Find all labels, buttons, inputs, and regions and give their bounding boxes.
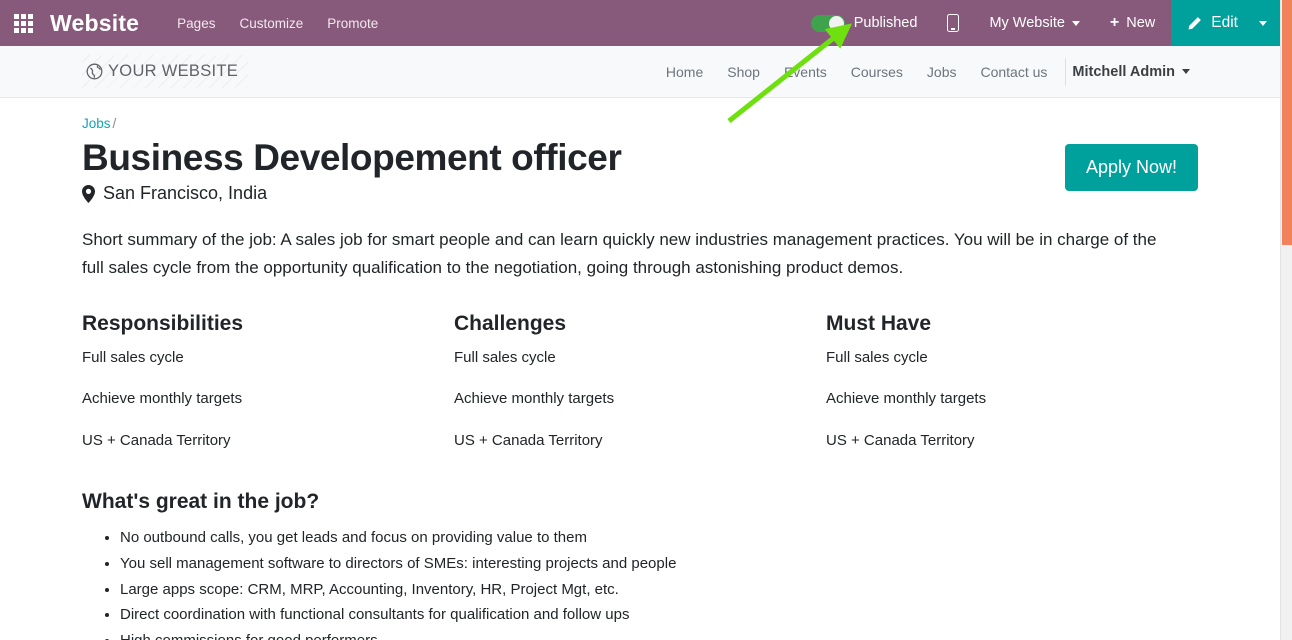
edit-dropdown-caret-icon[interactable] <box>1259 20 1267 26</box>
user-menu[interactable]: Mitchell Admin <box>1072 64 1280 80</box>
publish-toggle[interactable]: Published <box>810 14 932 32</box>
site-menu-jobs[interactable]: Jobs <box>915 64 969 80</box>
backend-menu-promote[interactable]: Promote <box>327 16 378 31</box>
backend-menu: Pages Customize Promote <box>177 16 378 31</box>
chevron-down-icon <box>1071 20 1080 26</box>
odoo-top-bar: Website Pages Customize Promote Publishe… <box>0 0 1280 46</box>
vertical-scrollbar[interactable] <box>1280 0 1292 640</box>
breadcrumb-separator: / <box>112 116 117 131</box>
scrollbar-thumb[interactable] <box>1282 0 1292 245</box>
list-item: No outbound calls, you get leads and foc… <box>120 525 1198 551</box>
chevron-down-icon <box>1182 69 1190 74</box>
column-item: Achieve monthly targets <box>826 390 987 407</box>
job-page: Jobs / Business Developement officer San … <box>0 98 1280 640</box>
job-location: San Francisco, India <box>82 183 1065 204</box>
edit-button[interactable]: Edit <box>1171 0 1280 46</box>
column-item: Full sales cycle <box>826 348 928 366</box>
column-heading: Responsibilities <box>82 311 244 335</box>
pencil-icon <box>1188 16 1202 29</box>
list-item: You sell management software to director… <box>120 551 1198 577</box>
site-menu-courses[interactable]: Courses <box>839 64 915 80</box>
backend-menu-pages[interactable]: Pages <box>177 16 215 31</box>
edit-button-label: Edit <box>1211 14 1238 31</box>
publish-switch[interactable] <box>810 14 845 32</box>
list-item: Direct coordination with functional cons… <box>120 602 1198 628</box>
column-item: Achieve monthly targets <box>82 390 243 407</box>
globe-icon <box>86 63 103 80</box>
site-menu-shop[interactable]: Shop <box>715 64 772 80</box>
site-menu-events[interactable]: Events <box>772 64 839 80</box>
apps-grid-icon[interactable] <box>6 13 40 33</box>
job-header-text: Business Developement officer San Franci… <box>82 137 1065 204</box>
map-pin-icon <box>82 184 95 203</box>
whats-great-list: No outbound calls, you get leads and foc… <box>120 525 1198 640</box>
mobile-phone-icon[interactable] <box>931 14 975 32</box>
column-heading: Must Have <box>826 311 932 335</box>
breadcrumb-jobs-link[interactable]: Jobs <box>82 116 111 131</box>
website-navbar: YOUR WEBSITE Home Shop Events Courses Jo… <box>0 46 1280 98</box>
column-challenges: Challenges Full sales cycle Achieve mont… <box>454 312 826 473</box>
new-button[interactable]: + New <box>1094 14 1171 32</box>
column-item: US + Canada Territory <box>82 431 231 449</box>
column-item: US + Canada Territory <box>826 431 975 449</box>
column-item: Achieve monthly targets <box>454 390 615 407</box>
website-logo[interactable]: YOUR WEBSITE <box>82 55 249 88</box>
new-button-label: New <box>1126 15 1156 31</box>
job-content: Jobs / Business Developement officer San … <box>0 98 1280 640</box>
app-brand-title: Website <box>50 9 140 36</box>
column-item: Full sales cycle <box>454 348 556 366</box>
whats-great-section: What's great in the job? No outbound cal… <box>82 490 1198 640</box>
website-logo-text: YOUR WEBSITE <box>108 62 239 80</box>
nav-divider <box>1065 57 1067 86</box>
backend-bar-right: Published My Website + New Edit <box>810 0 1280 46</box>
job-header-row: Business Developement officer San Franci… <box>82 137 1198 204</box>
publish-label: Published <box>853 15 918 31</box>
website-menu: Home Shop Events Courses Jobs Contact us… <box>654 57 1280 86</box>
column-responsibilities: Responsibilities Full sales cycle Achiev… <box>82 312 454 473</box>
plus-icon: + <box>1109 14 1120 31</box>
site-menu-home[interactable]: Home <box>654 64 715 80</box>
website-selector[interactable]: My Website <box>975 15 1093 31</box>
backend-menu-customize[interactable]: Customize <box>239 16 303 31</box>
column-heading: Challenges <box>454 311 567 335</box>
column-item: Full sales cycle <box>82 348 184 366</box>
list-item: High commissions for good performers <box>120 628 1198 640</box>
site-menu-contact-us[interactable]: Contact us <box>968 64 1059 80</box>
apply-now-button[interactable]: Apply Now! <box>1064 144 1198 191</box>
page-title: Business Developement officer <box>82 137 622 178</box>
column-item: US + Canada Territory <box>454 431 603 449</box>
job-columns: Responsibilities Full sales cycle Achiev… <box>82 312 1198 473</box>
whats-great-heading: What's great in the job? <box>82 490 320 513</box>
publish-switch-knob <box>828 15 844 31</box>
job-summary: Short summary of the job: A sales job fo… <box>82 230 1157 277</box>
breadcrumb: Jobs / <box>82 116 1198 131</box>
list-item: Large apps scope: CRM, MRP, Accounting, … <box>120 577 1198 603</box>
website-selector-label: My Website <box>989 15 1065 31</box>
job-location-text: San Francisco, India <box>103 183 268 204</box>
column-must-have: Must Have Full sales cycle Achieve month… <box>826 312 1198 473</box>
user-menu-label: Mitchell Admin <box>1072 63 1175 80</box>
